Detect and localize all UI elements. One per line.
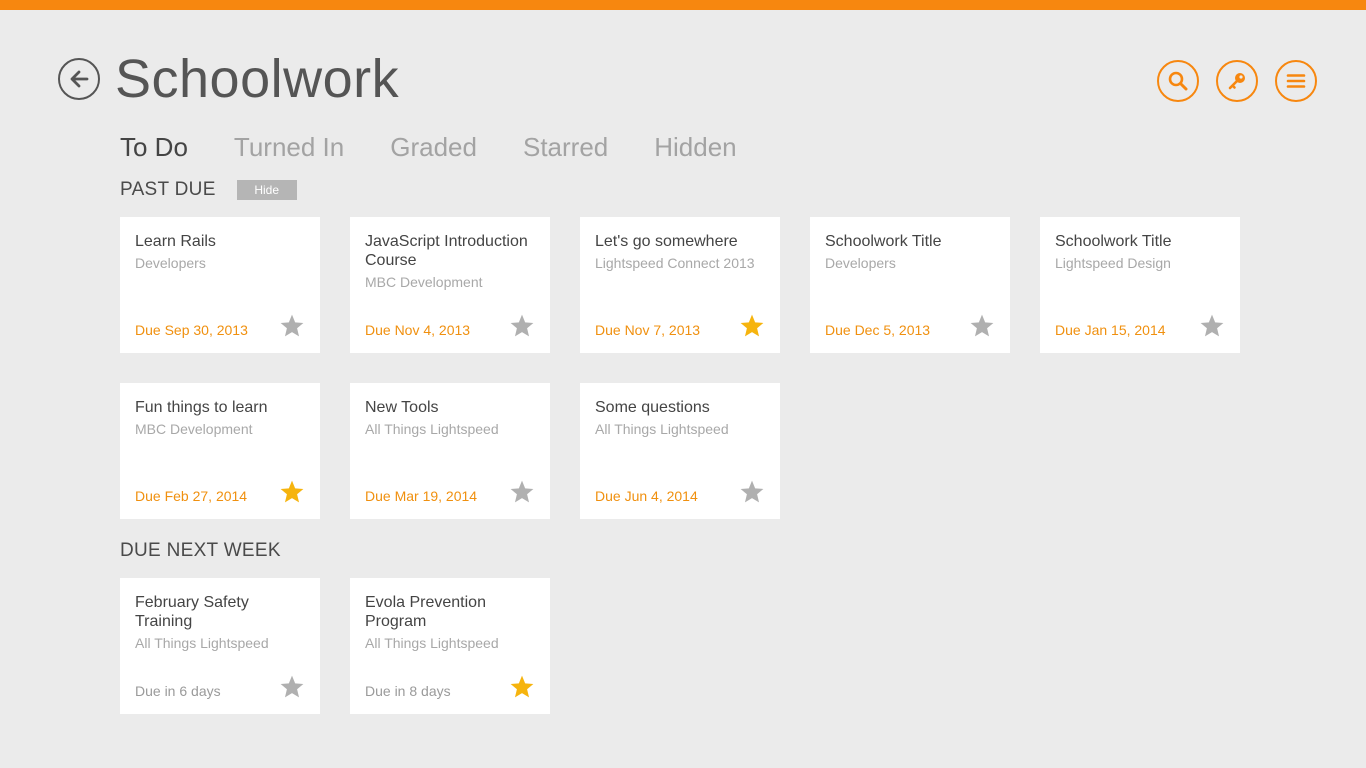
card-due-date: Due Nov 7, 2013 — [595, 322, 701, 338]
tabs: To Do Turned In Graded Starred Hidden — [120, 132, 783, 163]
schoolwork-card[interactable]: Schoolwork Title Developers Due Dec 5, 2… — [810, 217, 1010, 353]
card-subtitle: Developers — [825, 255, 896, 271]
tab-starred[interactable]: Starred — [523, 132, 608, 163]
star-icon[interactable] — [509, 479, 535, 505]
card-due-date: Due Sep 30, 2013 — [135, 322, 248, 338]
card-due-date: Due Feb 27, 2014 — [135, 488, 248, 504]
top-accent-bar — [0, 0, 1366, 10]
card-due-date: Due Mar 19, 2014 — [365, 488, 478, 504]
card-title: Let's go somewhere — [595, 233, 738, 250]
card-subtitle: All Things Lightspeed — [365, 421, 499, 437]
card-due-date: Due in 8 days — [365, 683, 451, 699]
star-icon[interactable] — [509, 674, 535, 700]
star-icon[interactable] — [739, 479, 765, 505]
page-title: Schoolwork — [115, 49, 400, 109]
card-subtitle: All Things Lightspeed — [365, 635, 499, 651]
back-arrow-icon — [70, 70, 89, 88]
card-title: Evola Prevention Program — [365, 594, 486, 630]
star-icon[interactable] — [279, 313, 305, 339]
menu-button[interactable] — [1275, 60, 1317, 102]
card-subtitle: All Things Lightspeed — [135, 635, 269, 651]
card-due-date: Due Jun 4, 2014 — [595, 488, 698, 504]
header-actions — [1157, 60, 1317, 102]
card-due-date: Due Jan 15, 2014 — [1055, 322, 1166, 338]
search-button[interactable] — [1157, 60, 1199, 102]
section-due-next-week-header: DUE NEXT WEEK — [120, 540, 281, 562]
card-title: JavaScript Introduction Course — [365, 233, 528, 269]
hide-button[interactable]: Hide — [236, 180, 297, 200]
card-title: February Safety Training — [135, 594, 249, 630]
key-icon — [1228, 73, 1245, 90]
card-due-date: Due Dec 5, 2013 — [825, 322, 931, 338]
menu-icon — [1286, 74, 1306, 88]
card-title: Learn Rails — [135, 233, 216, 250]
card-title: Schoolwork Title — [825, 233, 942, 250]
due-next-week-grid: February Safety Training All Things Ligh… — [120, 578, 1240, 714]
schoolwork-card[interactable]: New Tools All Things Lightspeed Due Mar … — [350, 383, 550, 519]
schoolwork-card[interactable]: Evola Prevention Program All Things Ligh… — [350, 578, 550, 714]
section-past-due-header: PAST DUE Hide — [120, 179, 297, 201]
star-icon[interactable] — [739, 313, 765, 339]
star-icon[interactable] — [279, 674, 305, 700]
schoolwork-card[interactable]: Some questions All Things Lightspeed Due… — [580, 383, 780, 519]
card-subtitle: MBC Development — [135, 421, 253, 437]
card-subtitle: Lightspeed Design — [1055, 255, 1171, 271]
card-subtitle: Developers — [135, 255, 206, 271]
schoolwork-card[interactable]: Let's go somewhere Lightspeed Connect 20… — [580, 217, 780, 353]
section-title: DUE NEXT WEEK — [120, 540, 281, 561]
schoolwork-card[interactable]: JavaScript Introduction Course MBC Devel… — [350, 217, 550, 353]
tab-turned-in[interactable]: Turned In — [234, 132, 344, 163]
section-title: PAST DUE — [120, 179, 216, 200]
key-button[interactable] — [1216, 60, 1258, 102]
card-title: Fun things to learn — [135, 399, 268, 416]
card-title: Some questions — [595, 399, 710, 416]
card-due-date: Due in 6 days — [135, 683, 221, 699]
card-subtitle: Lightspeed Connect 2013 — [595, 255, 755, 271]
schoolwork-card[interactable]: Learn Rails Developers Due Sep 30, 2013 — [120, 217, 320, 353]
star-icon[interactable] — [1199, 313, 1225, 339]
back-button[interactable] — [58, 58, 100, 100]
card-due-date: Due Nov 4, 2013 — [365, 322, 471, 338]
star-icon[interactable] — [279, 479, 305, 505]
card-title: New Tools — [365, 399, 439, 416]
tab-to-do[interactable]: To Do — [120, 132, 188, 163]
tab-graded[interactable]: Graded — [390, 132, 477, 163]
star-icon[interactable] — [509, 313, 535, 339]
star-icon[interactable] — [969, 313, 995, 339]
tab-hidden[interactable]: Hidden — [654, 132, 736, 163]
card-title: Schoolwork Title — [1055, 233, 1172, 250]
schoolwork-card[interactable]: February Safety Training All Things Ligh… — [120, 578, 320, 714]
schoolwork-card[interactable]: Fun things to learn MBC Development Due … — [120, 383, 320, 519]
card-subtitle: MBC Development — [365, 274, 483, 290]
search-icon — [1168, 71, 1188, 91]
past-due-grid: Learn Rails Developers Due Sep 30, 2013 … — [120, 217, 1240, 519]
schoolwork-card[interactable]: Schoolwork Title Lightspeed Design Due J… — [1040, 217, 1240, 353]
card-subtitle: All Things Lightspeed — [595, 421, 729, 437]
